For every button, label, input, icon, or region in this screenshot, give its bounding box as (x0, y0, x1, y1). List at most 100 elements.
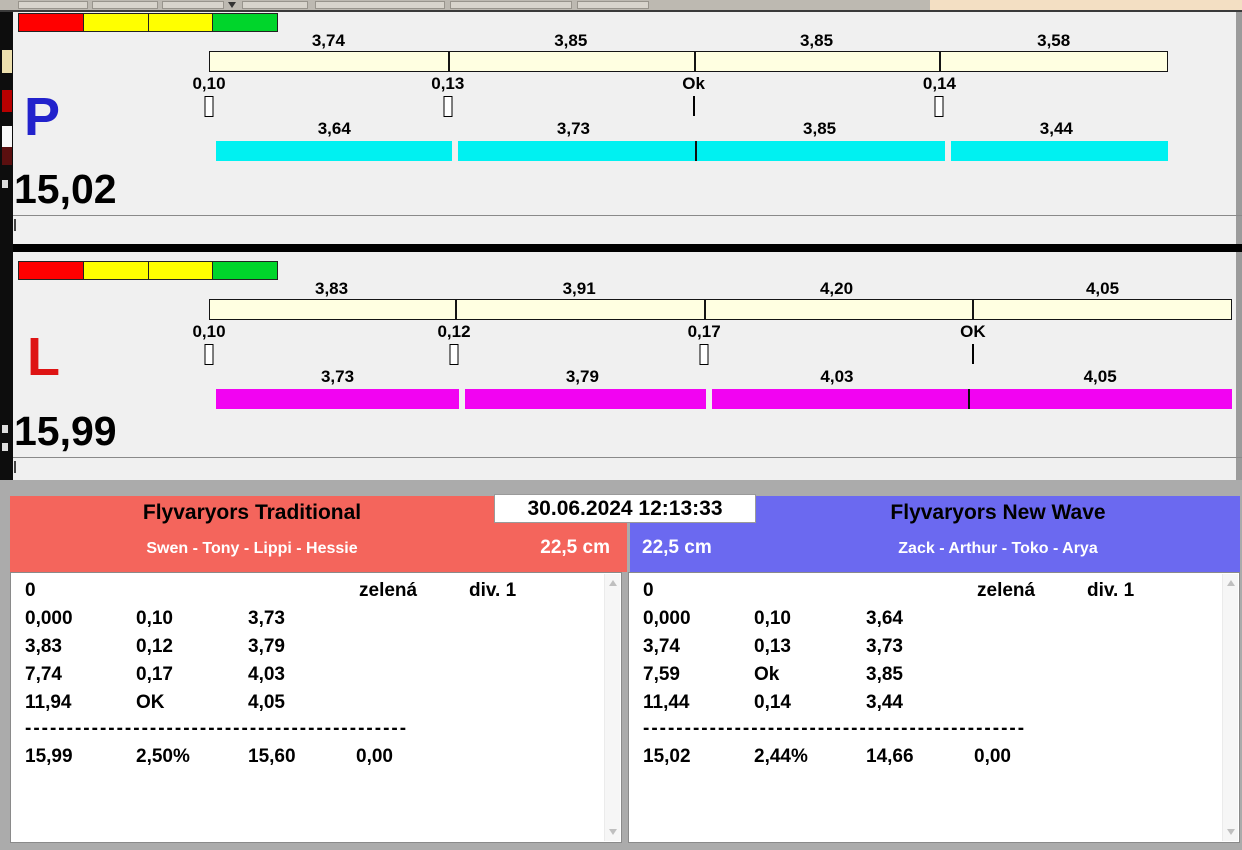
window-edge-fragment (2, 90, 12, 112)
background-button (162, 1, 224, 9)
distance-bar-upper (209, 51, 1168, 72)
table-cell: Ok (754, 665, 779, 684)
distance-bar-lower (216, 141, 1168, 161)
reaction-value: 0,13 (431, 75, 464, 92)
window-edge-fragment (2, 180, 8, 188)
segment-value: 3,73 (321, 368, 354, 385)
segment-value: 3,64 (318, 120, 351, 137)
background-window-left-edge (0, 12, 13, 480)
table-cell: 11,44 (643, 693, 690, 712)
segment-value: 3,79 (566, 368, 599, 385)
distance-setting: 22,5 cm (642, 537, 804, 560)
tick-mark (14, 461, 16, 473)
total-cell: 2,44% (754, 747, 808, 766)
bar-segment (448, 52, 693, 71)
results-list-right[interactable]: 0 zelená div. 1 0,000 0,10 3,64 3,74 0,1… (628, 572, 1240, 843)
team-members: Swen - Tony - Lippi - Hessie (10, 540, 494, 558)
total-cell: 15,60 (248, 747, 296, 766)
reaction-value: 0,14 (923, 75, 956, 92)
segment-value: 3,74 (312, 32, 345, 49)
traffic-yellow-segment (148, 14, 213, 31)
background-button (315, 1, 445, 9)
table-cell: 3,44 (866, 693, 903, 712)
total-cell: 14,66 (866, 747, 914, 766)
table-cell: OK (136, 693, 165, 712)
bar-segment (216, 389, 459, 409)
run-number: 0 (25, 581, 36, 600)
ok-tick-line (693, 96, 695, 116)
table-cell: 4,05 (248, 693, 285, 712)
reaction-value: 0,17 (688, 323, 721, 340)
total-cell: 0,00 (974, 747, 1011, 766)
reaction-ticks (209, 344, 1232, 366)
lane-total: 15,02 (14, 169, 117, 210)
table-cell: 3,64 (866, 609, 903, 628)
reaction-tick-box (443, 96, 452, 117)
reaction-labels: 0,10 0,12 0,17 OK (209, 323, 1232, 341)
reaction-ticks (209, 96, 1168, 118)
traffic-red-segment (19, 262, 83, 279)
upper-bar-labels: 3,74 3,85 3,85 3,58 (209, 32, 1168, 50)
total-cell: 2,50% (136, 747, 190, 766)
run-number: 0 (643, 581, 654, 600)
table-cell: 11,94 (25, 693, 72, 712)
scrollbar[interactable] (1222, 574, 1238, 841)
scrollbar[interactable] (604, 574, 620, 841)
lane-separator-bar (13, 244, 1242, 252)
app-window: 3,74 3,85 3,85 3,58 0,10 0,13 Ok 0,14 3,… (0, 0, 1242, 850)
segment-value: 4,05 (1086, 280, 1119, 297)
window-edge-fragment (2, 443, 8, 451)
bar-segment (210, 300, 455, 319)
bar-segment (972, 300, 1231, 319)
scroll-up-icon[interactable] (609, 580, 617, 586)
total-cell: 15,99 (25, 747, 73, 766)
results-list-left[interactable]: 0 zelená div. 1 0,000 0,10 3,73 3,83 0,1… (10, 572, 622, 843)
background-button (450, 1, 572, 9)
table-cell: 0,14 (754, 693, 791, 712)
lane-letter: L (27, 330, 60, 384)
traffic-yellow-segment (83, 14, 148, 31)
reaction-labels: 0,10 0,13 Ok 0,14 (209, 75, 1168, 93)
table-cell: 7,59 (643, 665, 680, 684)
scroll-down-icon[interactable] (609, 829, 617, 835)
table-cell: 3,73 (866, 637, 903, 656)
reaction-tick-box (205, 344, 214, 365)
background-button (18, 1, 88, 9)
traffic-light-bar (18, 261, 278, 280)
window-edge-fragment (2, 50, 12, 73)
team-name: Flyvaryors Traditional (10, 501, 494, 524)
window-edge-fragment (2, 126, 12, 147)
bar-segment (706, 389, 968, 409)
table-cell: 3,79 (248, 637, 285, 656)
ok-tick-line (972, 344, 974, 364)
separator-line: ----------------------------------------… (25, 719, 408, 738)
traffic-light-bar (18, 13, 278, 32)
segment-value: 4,03 (820, 368, 853, 385)
traffic-red-segment (19, 14, 83, 31)
reaction-tick-box (700, 344, 709, 365)
segment-value: 3,85 (554, 32, 587, 49)
traffic-yellow-segment (83, 262, 148, 279)
window-edge-fragment (2, 147, 12, 165)
scroll-down-icon[interactable] (1227, 829, 1235, 835)
scroll-up-icon[interactable] (1227, 580, 1235, 586)
table-cell: 7,74 (25, 665, 62, 684)
background-button (92, 1, 158, 9)
table-cell: 0,17 (136, 665, 173, 684)
segment-value: 3,58 (1037, 32, 1070, 49)
bar-segment (216, 141, 452, 161)
background-window-fragment (930, 0, 1242, 10)
segment-value: 3,73 (557, 120, 590, 137)
window-edge-fragment (2, 425, 8, 433)
segment-value: 4,20 (820, 280, 853, 297)
table-cell: 3,73 (248, 609, 285, 628)
table-cell: 0,10 (136, 609, 173, 628)
lower-bar-labels: 3,64 3,73 3,85 3,44 (216, 120, 1168, 138)
color-word: zelená (977, 581, 1035, 600)
table-cell: 0,000 (25, 609, 73, 628)
lane-total: 15,99 (14, 411, 117, 452)
distance-bar-lower (216, 389, 1232, 409)
traffic-yellow-segment (148, 262, 213, 279)
table-cell: 3,85 (866, 665, 903, 684)
division-label: div. 1 (469, 581, 516, 600)
